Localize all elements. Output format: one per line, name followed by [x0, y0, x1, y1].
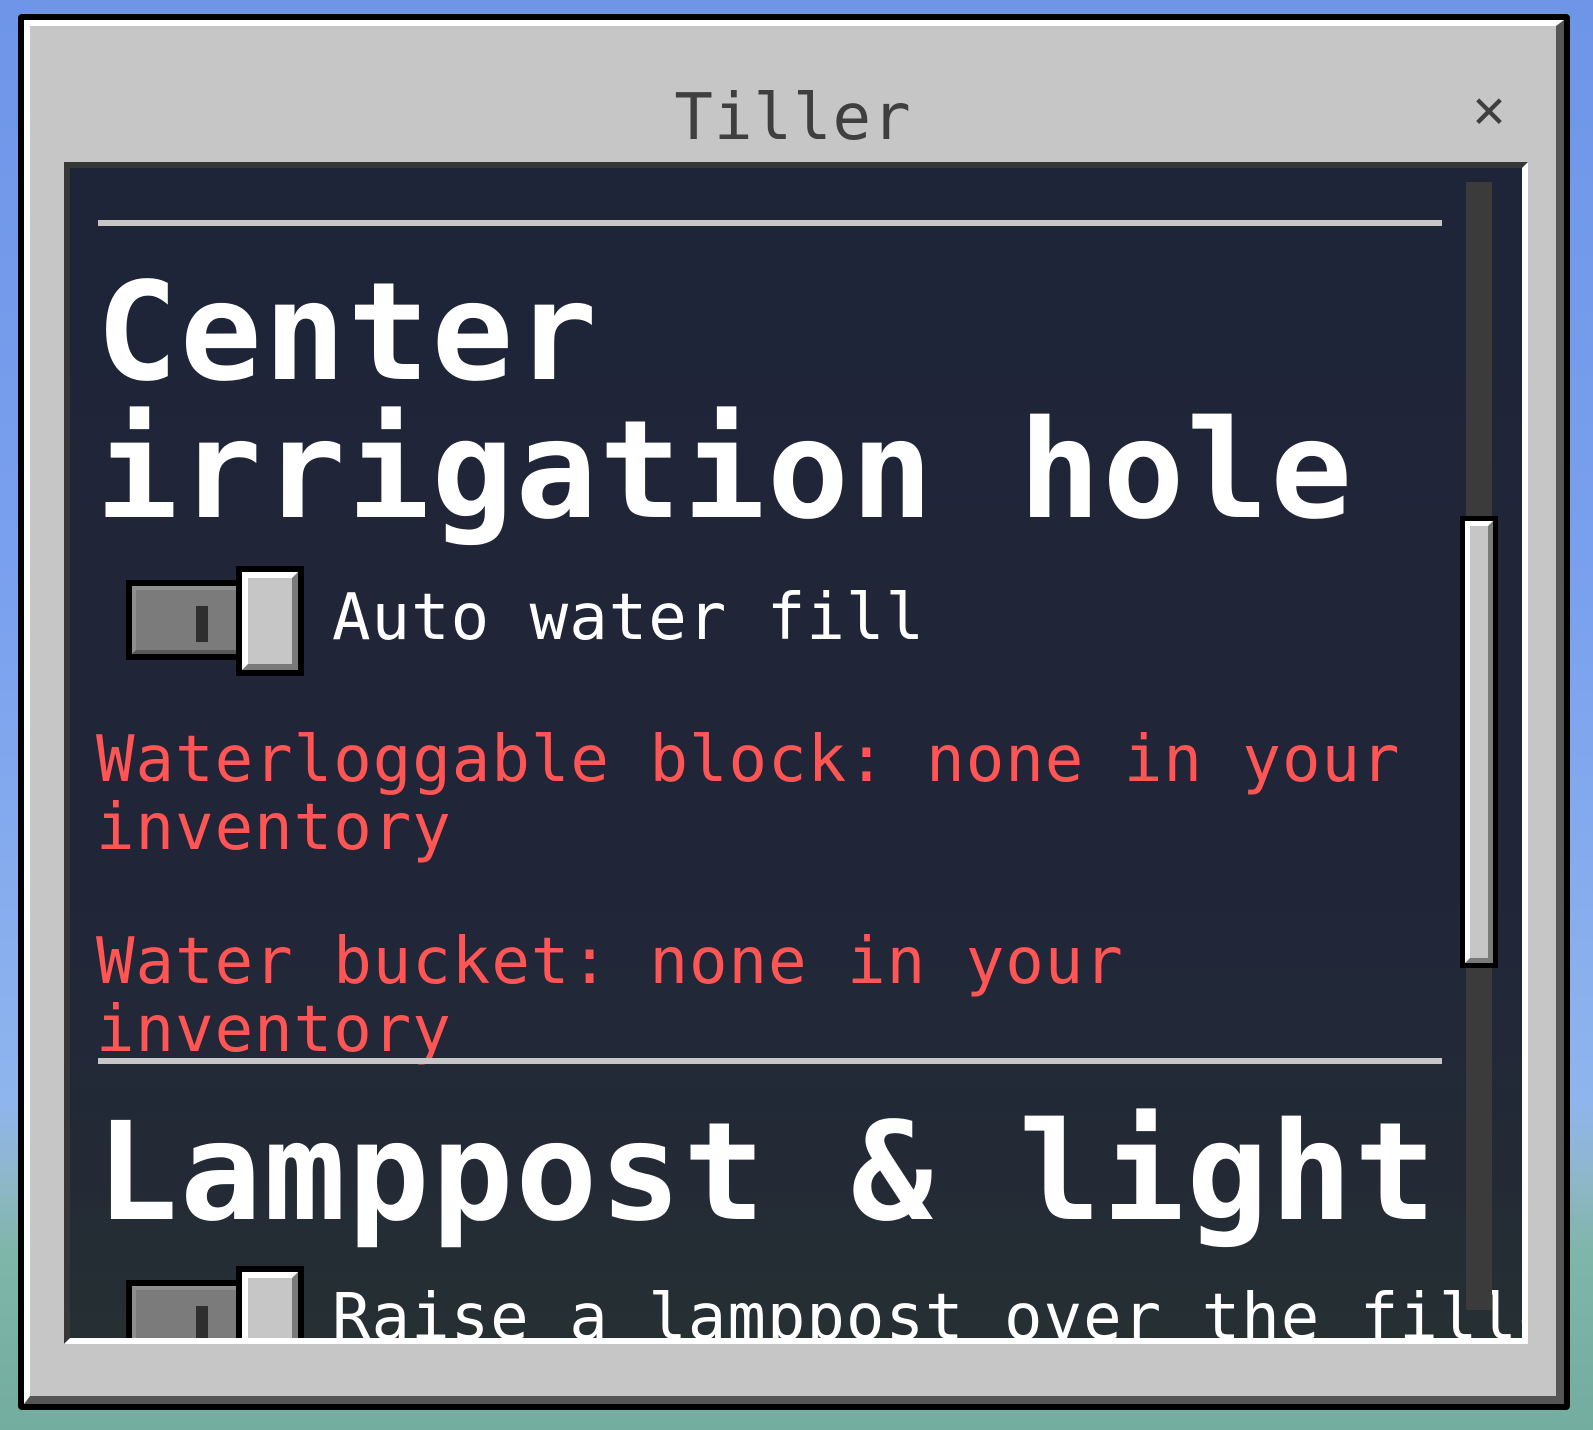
warning-water-bucket: Water bucket: none in your inventory — [96, 925, 1124, 1067]
close-icon: ✕ — [1472, 77, 1506, 140]
toggle-track — [126, 580, 248, 660]
toggle-off-mark — [196, 606, 208, 642]
dialog-frame: Tiller ✕ Center irrigation hole Auto wat… — [24, 20, 1564, 1404]
warning-waterloggable-block: Waterloggable block: none in your invent… — [96, 723, 1401, 865]
section-heading-lamppost: Lamppost & light — [96, 1094, 1439, 1252]
close-button[interactable]: ✕ — [1462, 82, 1516, 136]
toggle-knob[interactable] — [236, 566, 304, 676]
auto-water-fill-label: Auto water fill — [332, 581, 925, 655]
scrollbar-thumb[interactable] — [1460, 516, 1498, 968]
settings-panel[interactable]: Center irrigation hole Auto water fill W… — [64, 162, 1528, 1344]
toggle-off-mark — [196, 1306, 208, 1338]
tiller-dialog: Tiller ✕ Center irrigation hole Auto wat… — [18, 14, 1570, 1410]
section-heading-irrigation: Center irrigation hole — [96, 254, 1355, 550]
lamppost-toggle-label: Raise a lamppost over the filled — [332, 1281, 1528, 1344]
toggle-knob[interactable] — [236, 1266, 304, 1338]
lamppost-toggle[interactable] — [126, 1266, 306, 1338]
dialog-title: Tiller — [674, 81, 912, 155]
scrollbar-track[interactable] — [1460, 182, 1498, 1310]
section-divider — [98, 220, 1442, 226]
auto-water-fill-toggle[interactable] — [126, 566, 306, 676]
section-divider — [98, 1058, 1442, 1064]
toggle-track — [126, 1280, 248, 1338]
